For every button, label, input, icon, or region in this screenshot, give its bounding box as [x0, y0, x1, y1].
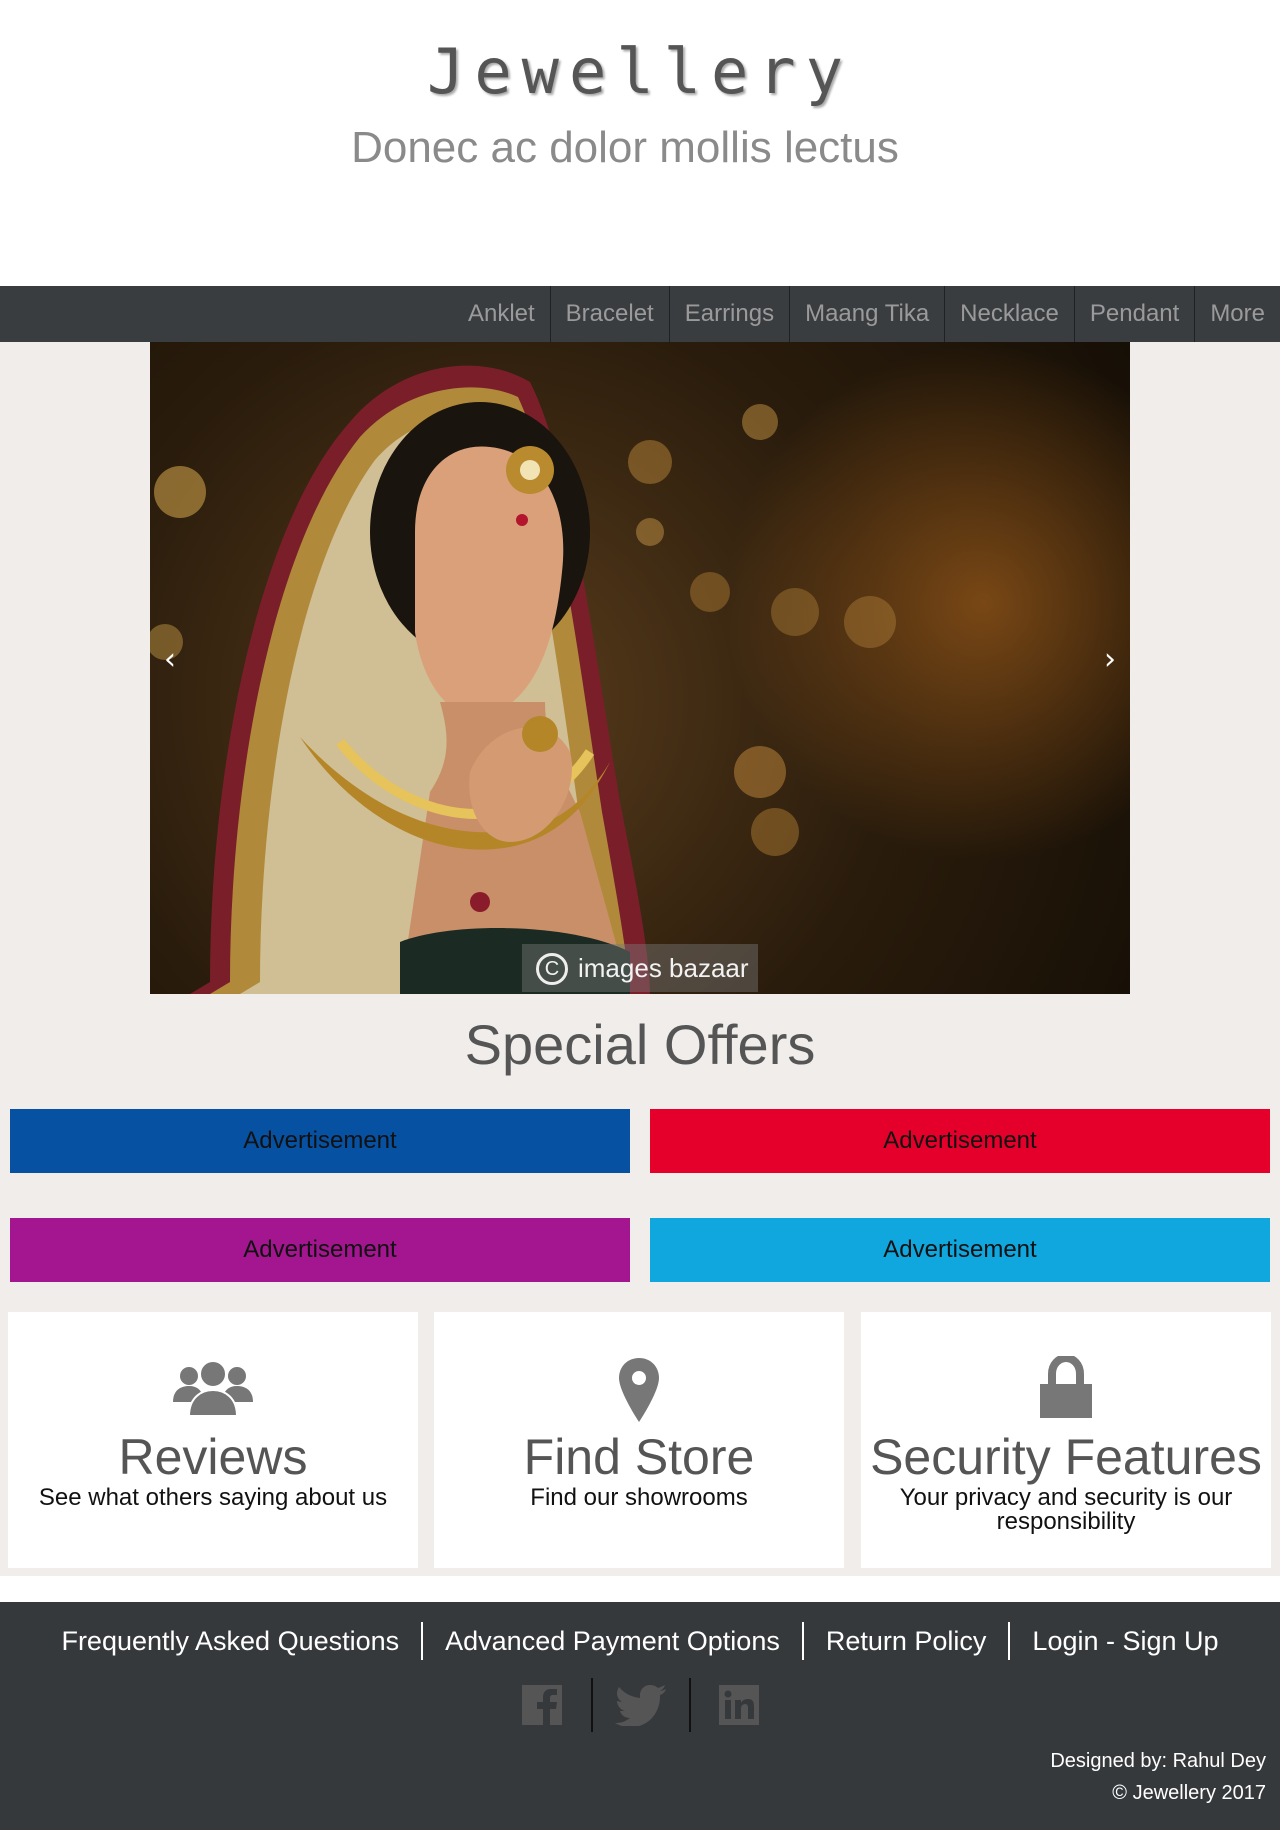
special-offers-title: Special Offers — [464, 1013, 816, 1076]
map-pin-icon — [434, 1356, 844, 1422]
security-features-title: Security Features — [870, 1429, 1262, 1485]
find-store-description: Find our showrooms — [530, 1484, 748, 1511]
site-footer: Frequently Asked Questions Advanced Paym… — [0, 1602, 1280, 1830]
hero-carousel: ‹ › C images bazaar — [150, 342, 1130, 994]
site-title[interactable]: Jewellery — [0, 34, 1280, 110]
facebook-icon[interactable] — [493, 1678, 591, 1732]
advertisement-label: Advertisement — [883, 1127, 1037, 1154]
advertisement-label: Advertisement — [243, 1236, 397, 1263]
advertisement-banner-2[interactable]: Advertisement — [650, 1109, 1270, 1173]
image-watermark: C images bazaar — [522, 944, 758, 992]
reviews-description: See what others saying about us — [38, 1484, 388, 1511]
main-content: ‹ › C images bazaar Special Offers Adver… — [0, 342, 1280, 1576]
advertisement-banner-3[interactable]: Advertisement — [10, 1218, 630, 1282]
footer-link-payment-options[interactable]: Advanced Payment Options — [421, 1622, 802, 1660]
find-store-title: Find Store — [523, 1429, 755, 1485]
advertisement-label: Advertisement — [243, 1127, 397, 1154]
users-icon — [8, 1356, 418, 1422]
footer-link-login-signup[interactable]: Login - Sign Up — [1008, 1622, 1240, 1660]
copyright-icon: C — [536, 953, 568, 985]
nav-item-pendant[interactable]: Pendant — [1073, 286, 1194, 342]
hero-image — [150, 365, 896, 994]
footer-links: Frequently Asked Questions Advanced Paym… — [0, 1622, 1280, 1660]
nav-item-maang-tika[interactable]: Maang Tika — [789, 286, 944, 342]
footer-link-return-policy[interactable]: Return Policy — [801, 1622, 1009, 1660]
carousel-next-button[interactable]: › — [1104, 642, 1116, 677]
social-links — [0, 1678, 1280, 1732]
security-features-card[interactable]: Security Features Your privacy and secur… — [861, 1312, 1271, 1568]
reviews-title: Reviews — [118, 1429, 308, 1485]
advertisement-banner-1[interactable]: Advertisement — [10, 1109, 630, 1173]
lock-icon — [861, 1356, 1271, 1422]
category-nav: Anklet Bracelet Earrings Maang Tika Neck… — [0, 286, 1280, 342]
nav-item-anklet[interactable]: Anklet — [453, 286, 550, 342]
copyright-text: © Jewellery 2017 — [1112, 1782, 1266, 1804]
footer-link-faq[interactable]: Frequently Asked Questions — [39, 1622, 421, 1660]
carousel-prev-button[interactable]: ‹ — [164, 642, 176, 677]
advertisement-label: Advertisement — [883, 1236, 1037, 1263]
site-header: Jewellery Donec ac dolor mollis lectus — [0, 0, 1280, 286]
reviews-card[interactable]: Reviews See what others saying about us — [8, 1312, 418, 1568]
nav-item-necklace[interactable]: Necklace — [944, 286, 1074, 342]
twitter-icon[interactable] — [591, 1678, 689, 1732]
security-features-description: Your privacy and security is our respons… — [899, 1484, 1233, 1535]
nav-list: Anklet Bracelet Earrings Maang Tika Neck… — [453, 286, 1280, 342]
site-tagline: Donec ac dolor mollis lectus — [351, 123, 899, 172]
nav-item-more[interactable]: More — [1194, 286, 1280, 342]
designer-credit: Designed by: Rahul Dey — [1050, 1750, 1266, 1772]
linkedin-icon[interactable] — [689, 1678, 787, 1732]
nav-item-bracelet[interactable]: Bracelet — [549, 286, 669, 342]
find-store-card[interactable]: Find Store Find our showrooms — [434, 1312, 844, 1568]
advertisement-banner-4[interactable]: Advertisement — [650, 1218, 1270, 1282]
watermark-text: images bazaar — [578, 953, 749, 983]
nav-item-earrings[interactable]: Earrings — [668, 286, 789, 342]
